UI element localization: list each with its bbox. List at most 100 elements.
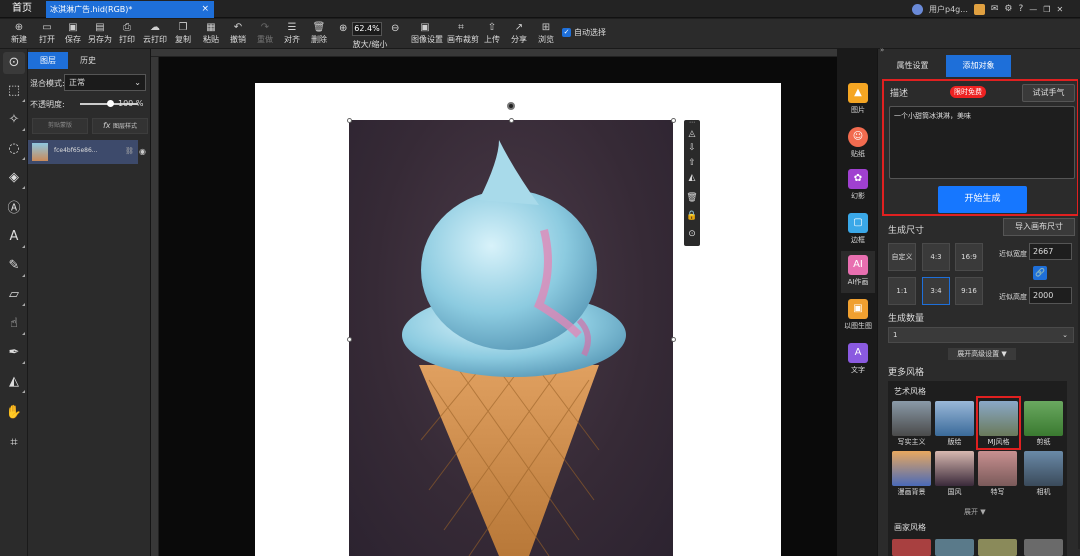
magic-wand-icon[interactable]: ✧ (3, 109, 25, 131)
opacity-slider-handle[interactable] (107, 100, 114, 107)
lasso-icon[interactable]: ◌ (3, 138, 25, 160)
layer-link-icon[interactable]: ⛓ (125, 147, 134, 155)
zoom-out-icon[interactable]: ⊖ (391, 23, 399, 34)
eye-icon[interactable]: ◉ (139, 147, 146, 156)
auto-select-toggle[interactable]: ✓ 自动选择 (562, 27, 606, 38)
category-border[interactable]: ▢ 边框 (841, 213, 875, 245)
avatar[interactable] (912, 3, 923, 15)
style-closeup[interactable]: 特写 (978, 451, 1017, 497)
tab-add-object[interactable]: 添加对象 (946, 55, 1011, 77)
category-image[interactable]: ▲ 图片 (841, 83, 875, 115)
width-input[interactable]: 2667 (1029, 243, 1072, 260)
advanced-settings-button[interactable]: 展开高级设置 ▼ (948, 348, 1016, 360)
new-button[interactable]: ⊕ 新建 (5, 21, 33, 47)
style-comic-bg[interactable]: 漫画背景 (892, 451, 931, 497)
save-as-button[interactable]: ▤ 另存为 (86, 21, 114, 47)
close-window-icon[interactable]: ✕ (1056, 5, 1063, 14)
minimize-icon[interactable]: — (1029, 5, 1037, 14)
category-text[interactable]: A 文字 (841, 343, 875, 375)
rotate-handle[interactable] (507, 102, 515, 110)
category-phantom[interactable]: ✿ 幻影 (841, 169, 875, 201)
resize-handle[interactable] (347, 118, 352, 123)
eraser-icon[interactable]: ▱ (3, 284, 25, 306)
ratio-16-9[interactable]: 16:9 (955, 243, 983, 271)
smudge-icon[interactable]: ☝ (3, 313, 25, 335)
artist-style-thumb[interactable] (978, 539, 1017, 556)
layer-row[interactable]: fce4bf65e86... ⛓ (28, 140, 138, 164)
cloud-print-button[interactable]: ☁ 云打印 (141, 21, 169, 47)
style-print[interactable]: 版绘 (935, 401, 974, 447)
clipping-mask-button[interactable]: 剪贴蒙版 (32, 118, 88, 134)
ratio-1-1[interactable]: 1:1 (888, 277, 916, 305)
artist-style-thumb[interactable] (892, 539, 931, 556)
hand-tool-icon[interactable]: ✋ (3, 402, 25, 424)
move-tool-icon[interactable]: ⊙ (3, 52, 25, 74)
style-chinese[interactable]: 国风 (935, 451, 974, 497)
artist-style-thumb[interactable] (935, 539, 974, 556)
canvas-crop-button[interactable]: ⌗ 画布裁剪 (447, 21, 479, 47)
print-button[interactable]: ⎙ 打印 (113, 21, 141, 47)
paste-button[interactable]: ▦ 粘贴 (197, 21, 225, 47)
move-down-icon[interactable]: ⇩ (686, 142, 698, 155)
vip-diamond-icon[interactable] (973, 3, 985, 15)
artist-style-thumb[interactable] (1024, 539, 1063, 556)
align-button[interactable]: ☰ 对齐 (278, 21, 306, 47)
brush-icon[interactable]: ✎ (3, 255, 25, 277)
link-icon[interactable]: 🔗 (1033, 266, 1047, 280)
blend-mode-select[interactable]: 正常 ⌄ (64, 74, 146, 91)
resize-handle[interactable] (671, 118, 676, 123)
zoom-in-icon[interactable]: ⊕ (339, 23, 347, 34)
lock-icon[interactable]: 🔒 (686, 210, 698, 223)
style-paper-cut[interactable]: 剪纸 (1024, 401, 1063, 447)
style-realism[interactable]: 写实主义 (892, 401, 931, 447)
tab-history[interactable]: 历史 (68, 52, 108, 69)
image-settings-button[interactable]: ▣ 图像设置 (411, 21, 443, 47)
save-button[interactable]: ▣ 保存 (59, 21, 87, 47)
open-button[interactable]: ▭ 打开 (33, 21, 61, 47)
user-name[interactable]: 用户p4g... (929, 4, 968, 15)
category-ai-painting[interactable]: AI AI作画 (841, 251, 875, 293)
tab-properties[interactable]: 属性设置 (880, 55, 945, 77)
layer-up-icon[interactable]: ◬ (686, 128, 698, 141)
count-select[interactable]: 1 ⌄ (888, 327, 1074, 343)
pen-tool-icon[interactable]: ✒ (3, 342, 25, 364)
layer-down-icon[interactable]: ◭ (686, 172, 698, 185)
description-textarea[interactable]: 一个小甜筒冰淇淋，美味 (889, 106, 1075, 179)
more-icon[interactable]: ⊙ (686, 228, 698, 241)
help-icon[interactable]: ? (1019, 4, 1024, 14)
drag-grip-icon[interactable]: ⋯ (686, 120, 698, 126)
browse-button[interactable]: ⊞ 浏览 (532, 21, 560, 47)
close-tab-icon[interactable]: × (201, 1, 209, 18)
zoom-input[interactable]: 62.4% (352, 22, 382, 36)
generate-button[interactable]: 开始生成 (938, 186, 1027, 213)
category-sticker[interactable]: ☺ 贴纸 (841, 127, 875, 159)
text-tool-icon[interactable]: A (3, 226, 25, 248)
ice-cream-image[interactable] (349, 120, 673, 556)
gear-icon[interactable]: ⚙ (1004, 4, 1012, 14)
style-mj[interactable]: MJ风格 (976, 396, 1021, 450)
copy-button[interactable]: ❐ 复制 (169, 21, 197, 47)
document-tab[interactable]: 冰淇淋广告.hid(RGB)* × (46, 1, 214, 18)
undo-button[interactable]: ↶ 撤销 (224, 21, 252, 47)
marquee-tool-icon[interactable]: ⬚ (3, 80, 25, 102)
height-input[interactable]: 2000 (1029, 287, 1072, 304)
share-button[interactable]: ↗ 分享 (505, 21, 533, 47)
mail-icon[interactable]: ✉ (991, 4, 999, 14)
crop-tool-icon[interactable]: ⌗ (3, 432, 25, 454)
ratio-3-4[interactable]: 3:4 (922, 277, 950, 305)
expand-styles-link[interactable]: 展开 ▼ (964, 507, 986, 517)
resize-handle[interactable] (347, 337, 352, 342)
upload-button[interactable]: ⇧ 上传 (478, 21, 506, 47)
redo-button[interactable]: ↷ 重做 (251, 21, 279, 47)
resize-handle[interactable] (509, 118, 514, 123)
resize-handle[interactable] (671, 337, 676, 342)
tab-layers[interactable]: 图层 (28, 52, 68, 69)
delete-button[interactable]: 🗑 删除 (305, 21, 333, 47)
ratio-4-3[interactable]: 4:3 (922, 243, 950, 271)
paint-bucket-icon[interactable]: ◈ (3, 167, 25, 189)
maximize-icon[interactable]: ❐ (1043, 5, 1050, 14)
shape-tool-icon[interactable]: ◭ (3, 371, 25, 393)
move-up-icon[interactable]: ⇧ (686, 157, 698, 170)
layer-style-button[interactable]: fx 图层样式 (92, 118, 148, 134)
category-image-to-image[interactable]: ▣ 以图生图 (841, 299, 875, 331)
